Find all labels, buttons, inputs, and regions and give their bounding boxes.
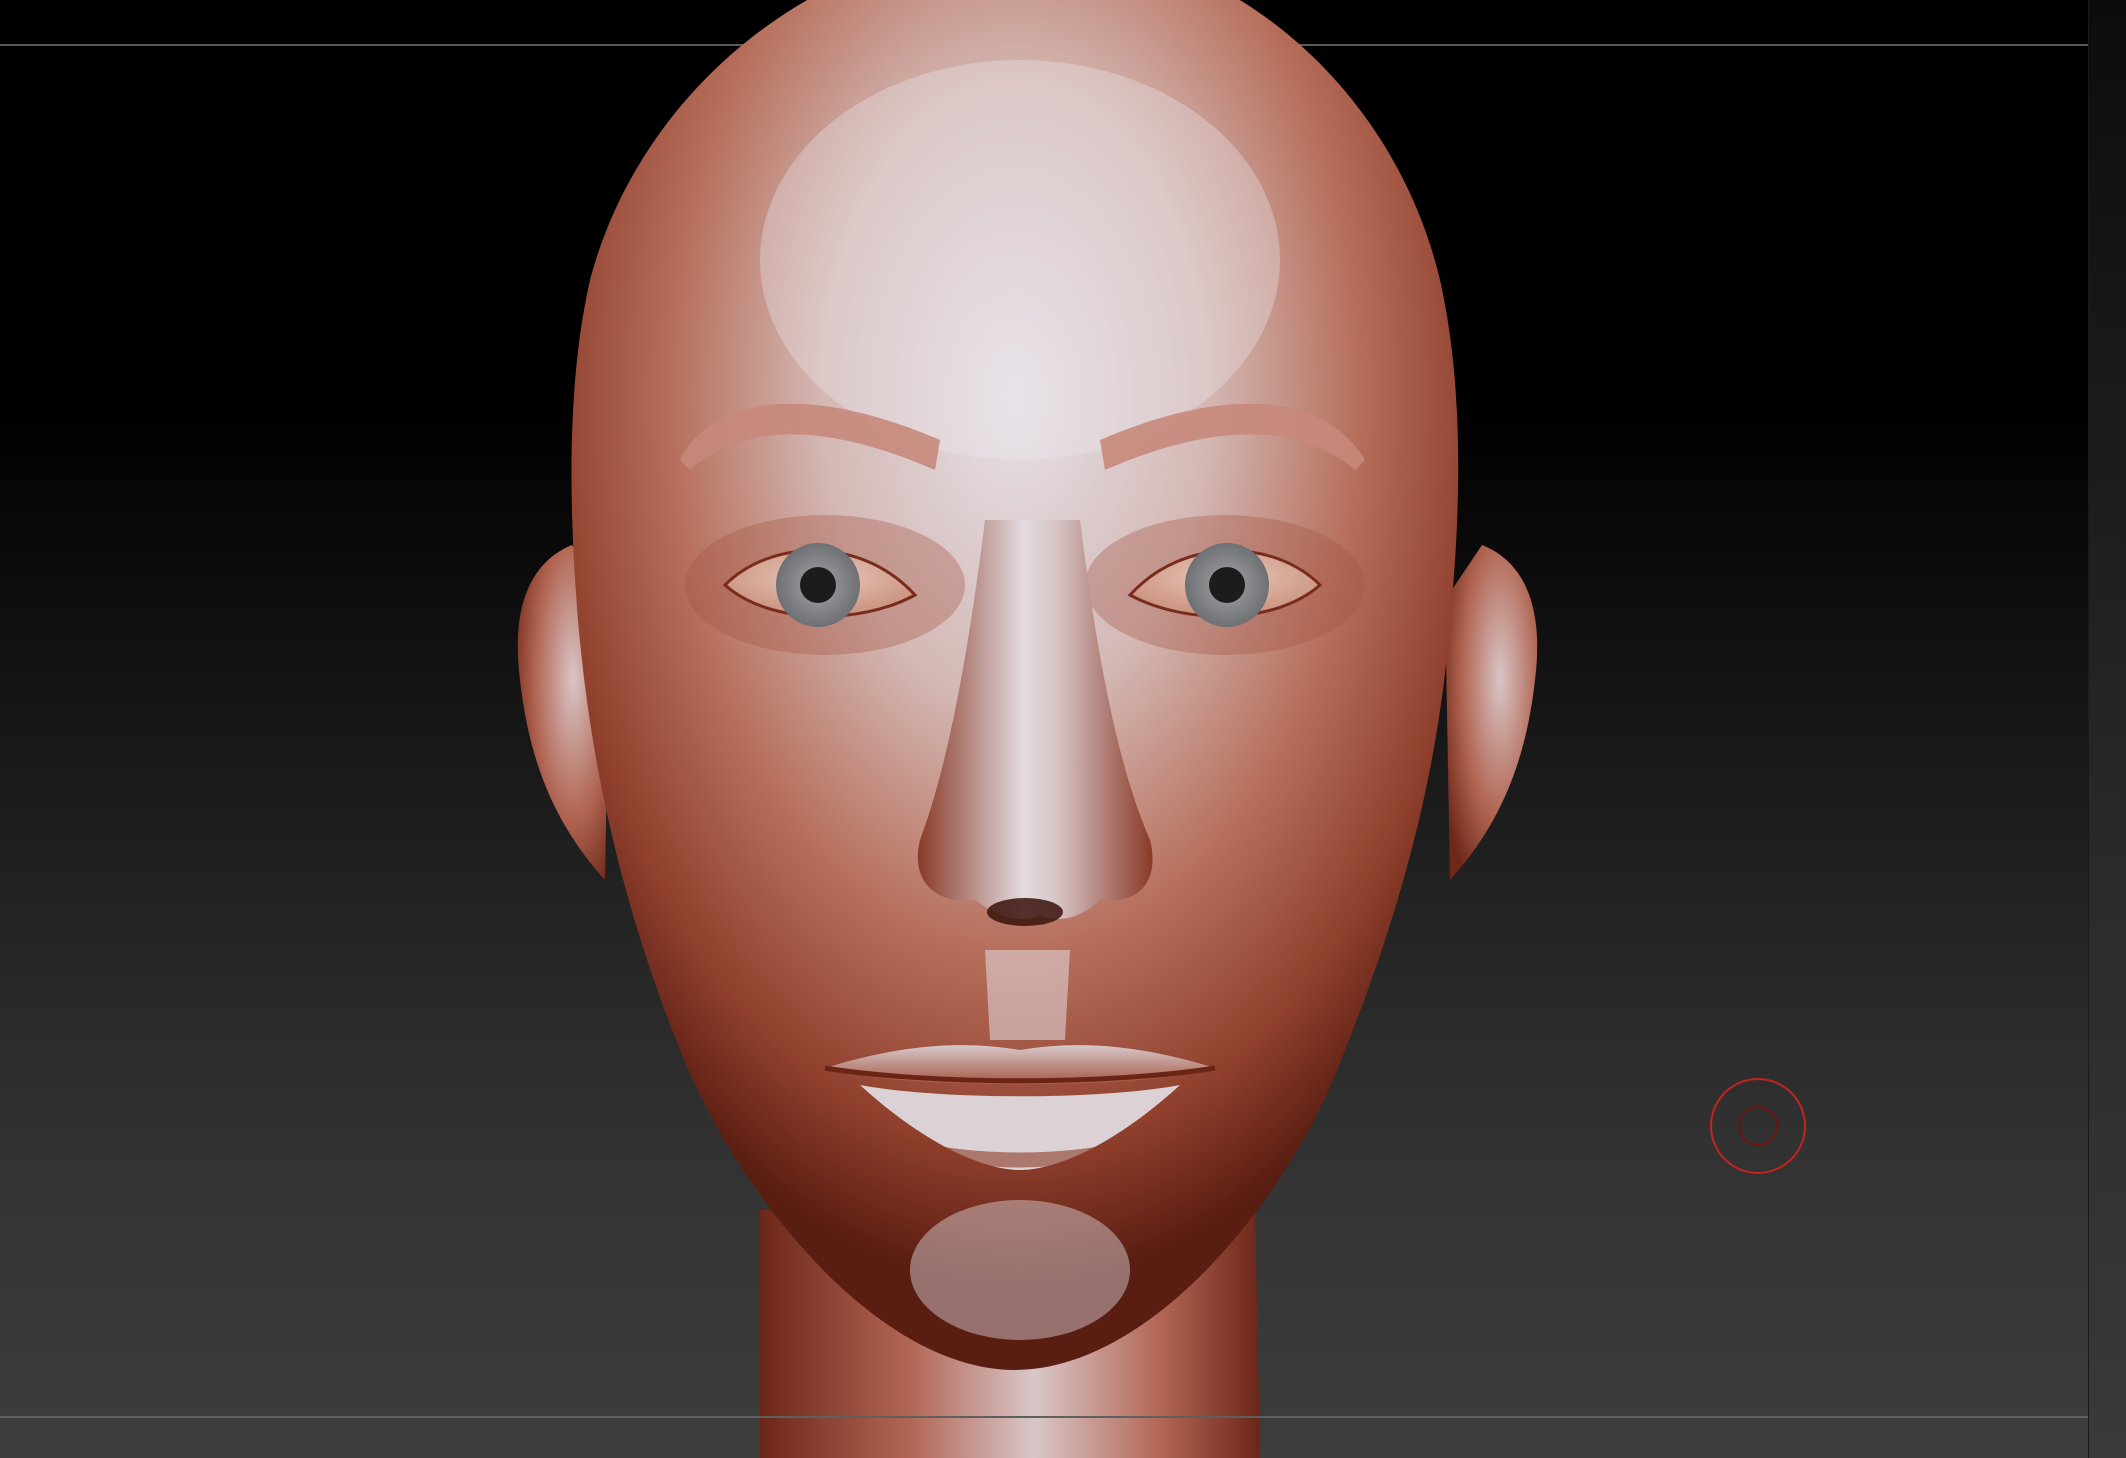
forehead-highlight bbox=[760, 60, 1280, 460]
sculpt-app bbox=[0, 0, 2126, 1458]
brush-cursor-inner-ring bbox=[1738, 1106, 1778, 1146]
nostril-shadow bbox=[987, 898, 1063, 926]
left-pupil bbox=[800, 567, 836, 603]
right-ear bbox=[1445, 545, 1538, 880]
canvas-frame-bottom-line bbox=[0, 1416, 2088, 1418]
sculpted-head-model[interactable] bbox=[0, 0, 2088, 1458]
chin-highlight bbox=[910, 1200, 1130, 1340]
brush-cursor bbox=[1710, 1078, 1806, 1174]
3d-viewport[interactable] bbox=[0, 0, 2088, 1458]
right-scrollbar[interactable] bbox=[2088, 0, 2126, 1458]
right-pupil bbox=[1209, 567, 1245, 603]
philtrum bbox=[985, 950, 1070, 1040]
